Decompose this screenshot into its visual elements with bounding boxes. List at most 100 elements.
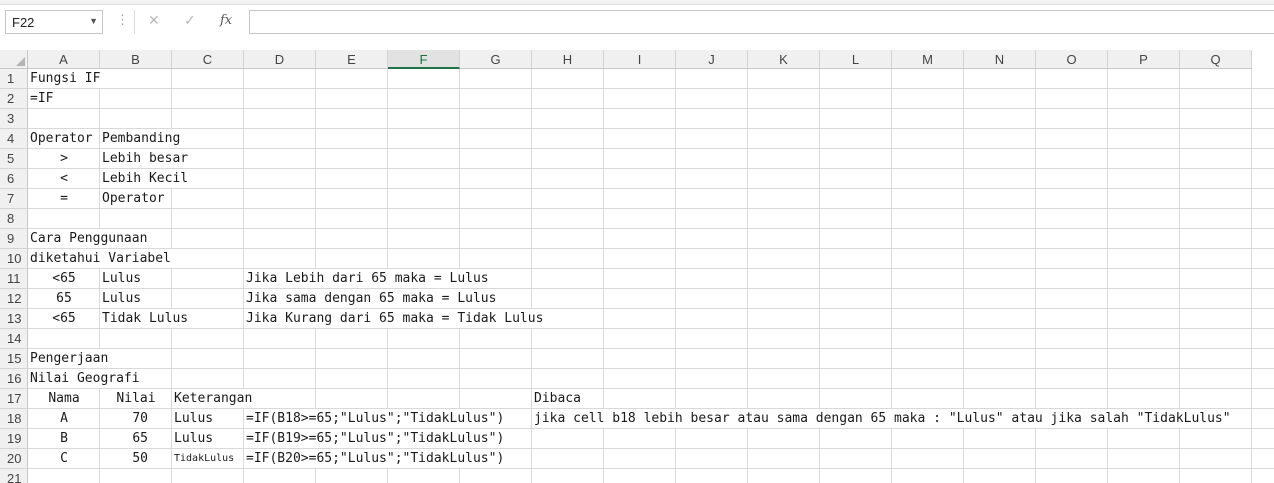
cell-b18[interactable]: 70 [100, 409, 149, 428]
row-header-11[interactable]: 11 [0, 269, 28, 289]
cell-b13[interactable]: Tidak Lulus [100, 309, 190, 328]
gridline-horizontal [28, 168, 1274, 169]
row-header-20[interactable]: 20 [0, 449, 28, 469]
cell-a19[interactable]: B [28, 429, 99, 448]
row-header-6[interactable]: 6 [0, 169, 28, 189]
column-header-l[interactable]: L [820, 50, 892, 69]
cell-b19[interactable]: 65 [100, 429, 149, 448]
cell-c18[interactable]: Lulus [172, 409, 215, 428]
column-header-g[interactable]: G [460, 50, 532, 69]
cell-h18[interactable]: jika cell b18 lebih besar atau sama deng… [532, 409, 1232, 428]
cell-a9[interactable]: Cara Penggunaan [28, 229, 149, 248]
gridline-horizontal [28, 268, 1274, 269]
column-header-b[interactable]: B [100, 50, 172, 69]
vertical-ellipsis-icon[interactable]: ⋮ [116, 12, 129, 28]
formula-input[interactable] [249, 10, 1274, 34]
column-header-a[interactable]: A [28, 50, 100, 69]
gridline-horizontal [28, 308, 1274, 309]
cancel-x-icon[interactable]: ✕ [148, 12, 160, 29]
row-header-14[interactable]: 14 [0, 329, 28, 349]
cell-a5[interactable]: > [28, 149, 99, 168]
name-box-value: F22 [12, 15, 35, 30]
row-header-18[interactable]: 18 [0, 409, 28, 429]
row-header-3[interactable]: 3 [0, 109, 28, 129]
row-header-17[interactable]: 17 [0, 389, 28, 409]
cell-a10[interactable]: diketahui Variabel [28, 249, 172, 268]
row-header-9[interactable]: 9 [0, 229, 28, 249]
cell-b6[interactable]: Lebih Kecil [100, 169, 190, 188]
column-header-p[interactable]: P [1108, 50, 1180, 69]
cell-a18[interactable]: A [28, 409, 99, 428]
cell-b4[interactable]: Pembanding [100, 129, 182, 148]
row-header-2[interactable]: 2 [0, 89, 28, 109]
cell-b5[interactable]: Lebih besar [100, 149, 190, 168]
cell-d13[interactable]: Jika Kurang dari 65 maka = Tidak Lulus [244, 309, 545, 328]
cell-c17[interactable]: Keterangan [172, 389, 254, 408]
chevron-down-icon[interactable]: ▼ [89, 16, 98, 26]
cell-b11[interactable]: Lulus [100, 269, 143, 288]
cell-d20[interactable]: =IF(B20>=65;"Lulus";"TidakLulus") [244, 449, 506, 468]
cell-a13[interactable]: <65 [28, 309, 99, 328]
row-header-15[interactable]: 15 [0, 349, 28, 369]
cell-a17[interactable]: Nama [28, 389, 99, 408]
cell-d11[interactable]: Jika Lebih dari 65 maka = Lulus [244, 269, 490, 288]
cell-h17[interactable]: Dibaca [532, 389, 582, 408]
select-all-button[interactable] [0, 50, 28, 69]
gridline-horizontal [28, 428, 1274, 429]
cell-a20[interactable]: C [28, 449, 99, 468]
cell-b7[interactable]: Operator [100, 189, 166, 208]
gridline-horizontal [28, 208, 1274, 209]
gridline-horizontal [28, 148, 1274, 149]
cell-a12[interactable]: 65 [28, 289, 99, 308]
row-header-5[interactable]: 5 [0, 149, 28, 169]
gridline-horizontal [28, 468, 1274, 469]
row-header-16[interactable]: 16 [0, 369, 28, 389]
column-header-k[interactable]: K [748, 50, 820, 69]
row-header-8[interactable]: 8 [0, 209, 28, 229]
gridline-horizontal [28, 248, 1274, 249]
cell-a2[interactable]: =IF [28, 89, 55, 108]
column-header-c[interactable]: C [172, 50, 244, 69]
cell-d12[interactable]: Jika sama dengan 65 maka = Lulus [244, 289, 498, 308]
check-mark-icon[interactable]: ✓ [184, 12, 196, 29]
row-header-19[interactable]: 19 [0, 429, 28, 449]
cell-a15[interactable]: Pengerjaan [28, 349, 110, 368]
cell-d19[interactable]: =IF(B19>=65;"Lulus";"TidakLulus") [244, 429, 506, 448]
column-header-m[interactable]: M [892, 50, 964, 69]
column-header-h[interactable]: H [532, 50, 604, 69]
cell-a16[interactable]: Nilai Geografi [28, 369, 141, 388]
worksheet-grid[interactable]: A B C D E F G H I J K L M N O P Q 1 2 3 4 5 6 7 8 9 10 11 12 13 14 15 16… [0, 50, 1274, 483]
gridline-horizontal [28, 88, 1274, 89]
row-header-10[interactable]: 10 [0, 249, 28, 269]
cell-b20[interactable]: 50 [100, 449, 149, 468]
column-header-d[interactable]: D [244, 50, 316, 69]
row-header-4[interactable]: 4 [0, 129, 28, 149]
gridline-horizontal [28, 348, 1274, 349]
row-header-13[interactable]: 13 [0, 309, 28, 329]
gridline-horizontal [28, 328, 1274, 329]
column-header-q[interactable]: Q [1180, 50, 1252, 69]
name-box[interactable]: F22 ▼ [5, 10, 103, 34]
formula-bar-divider [134, 10, 135, 34]
column-header-e[interactable]: E [316, 50, 388, 69]
cell-a4[interactable]: Operator [28, 129, 94, 148]
cell-a11[interactable]: <65 [28, 269, 99, 288]
row-header-7[interactable]: 7 [0, 189, 28, 209]
cell-d18[interactable]: =IF(B18>=65;"Lulus";"TidakLulus") [244, 409, 506, 428]
column-header-o[interactable]: O [1036, 50, 1108, 69]
column-header-j[interactable]: J [676, 50, 748, 69]
cell-c20[interactable]: TidakLulus [172, 449, 236, 468]
column-header-n[interactable]: N [964, 50, 1036, 69]
row-header-21[interactable]: 21 [0, 469, 28, 483]
cell-a6[interactable]: < [28, 169, 99, 188]
row-header-12[interactable]: 12 [0, 289, 28, 309]
cell-a7[interactable]: = [28, 189, 99, 208]
cell-b12[interactable]: Lulus [100, 289, 143, 308]
fx-icon[interactable]: fx [220, 13, 232, 28]
column-header-f[interactable]: F [388, 50, 460, 69]
cell-c19[interactable]: Lulus [172, 429, 215, 448]
column-header-i[interactable]: I [604, 50, 676, 69]
cell-b17[interactable]: Nilai [100, 389, 171, 408]
cell-a1[interactable]: Fungsi IF [28, 69, 102, 88]
row-header-1[interactable]: 1 [0, 69, 28, 89]
